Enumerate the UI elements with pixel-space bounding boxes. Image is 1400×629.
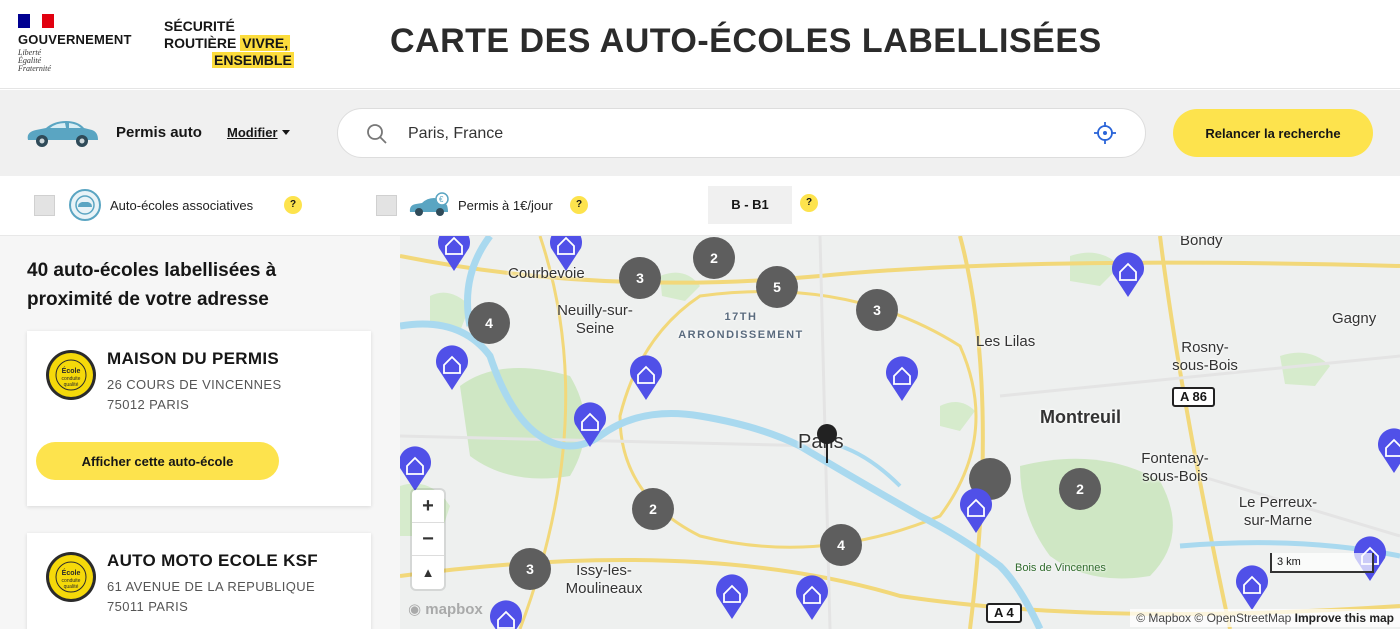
map-scale: 3 km <box>1270 553 1374 573</box>
car-euro-icon: € <box>409 192 449 216</box>
place-label: Rosny-sous-Bois <box>1172 339 1238 374</box>
school-pin-icon[interactable] <box>1110 250 1146 298</box>
place-label: Le Perreux-sur-Marne <box>1238 494 1318 529</box>
place-label: Neuilly-sur-Seine <box>557 302 633 337</box>
map-attribution: © Mapbox © OpenStreetMap Improve this ma… <box>1130 609 1400 627</box>
school-pin-icon[interactable] <box>548 236 584 272</box>
place-label: Les Lilas <box>976 333 1036 350</box>
french-flag-icon <box>18 14 54 28</box>
compass-button[interactable]: ▲ <box>412 556 444 589</box>
school-card[interactable]: École conduite qualité AUTO MOTO ECOLE K… <box>27 533 371 629</box>
svg-text:qualité: qualité <box>64 382 79 388</box>
school-card[interactable]: École conduite qualité MAISON DU PERMIS … <box>27 331 371 506</box>
school-pin-icon[interactable] <box>488 598 524 629</box>
associative-help-icon[interactable]: ? <box>284 196 302 214</box>
osm-attribution-link[interactable]: © OpenStreetMap <box>1194 611 1291 625</box>
chevron-down-icon <box>281 130 290 135</box>
gov-name: GOUVERNEMENT <box>18 32 132 47</box>
school-street: 26 COURS DE VINCENNES <box>107 377 282 392</box>
relaunch-search-button[interactable]: Relancer la recherche <box>1173 109 1373 157</box>
site-header: GOUVERNEMENT Liberté Égalité Fraternité … <box>0 0 1400 89</box>
zoom-controls: + − ▲ <box>412 490 444 589</box>
place-label: Fontenay-sous-Bois <box>1141 450 1209 485</box>
improve-map-link[interactable]: Improve this map <box>1295 611 1394 625</box>
address-search-box <box>337 108 1146 158</box>
school-pin-icon[interactable] <box>434 343 470 391</box>
permit-type-help-icon[interactable]: ? <box>800 194 818 212</box>
address-search-input[interactable] <box>408 121 1068 147</box>
cluster-marker[interactable]: 3 <box>856 289 898 331</box>
zoom-out-button[interactable]: − <box>412 523 444 556</box>
svg-text:École: École <box>62 568 81 577</box>
one-euro-help-icon[interactable]: ? <box>570 196 588 214</box>
place-label: 17TH ARRONDISSEMENT <box>678 311 804 341</box>
permit-type-badge: B - B1 <box>708 186 792 224</box>
permit-label: Permis auto <box>116 124 202 141</box>
school-pin-icon[interactable] <box>436 236 472 272</box>
securite-routiere-logo[interactable]: SÉCURITÉ ROUTIÈRE VIVRE, ENSEMBLE <box>164 18 294 69</box>
one-euro-checkbox[interactable] <box>376 195 397 216</box>
car-icon <box>27 121 99 147</box>
show-school-button[interactable]: Afficher cette auto-école <box>36 442 279 480</box>
search-bar: Permis auto Modifier Relancer la recherc… <box>0 90 1400 176</box>
government-logo[interactable]: GOUVERNEMENT Liberté Égalité Fraternité <box>18 14 132 73</box>
school-street: 61 AVENUE DE LA REPUBLIQUE <box>107 579 316 594</box>
school-pin-icon[interactable] <box>628 353 664 401</box>
svg-text:€: € <box>439 195 444 204</box>
school-city: 75012 PARIS <box>107 397 190 412</box>
cluster-marker[interactable]: 4 <box>820 524 862 566</box>
associative-icon <box>69 189 101 221</box>
svg-text:qualité: qualité <box>64 584 79 590</box>
search-icon <box>367 124 387 144</box>
school-name: MAISON DU PERMIS <box>107 349 279 368</box>
school-pin-icon[interactable] <box>794 573 830 621</box>
school-pin-icon[interactable] <box>1234 563 1270 611</box>
results-list: 40 auto-écoles labellisées à proximité d… <box>0 236 400 629</box>
associative-checkbox[interactable] <box>34 195 55 216</box>
road-badge: A 86 <box>1172 387 1215 407</box>
associative-filter-label: Auto-écoles associatives <box>110 198 254 213</box>
mapbox-attribution-link[interactable]: © Mapbox <box>1136 611 1191 625</box>
map-view[interactable]: Courbevoie Neuilly-sur-Seine 17TH ARROND… <box>400 236 1400 629</box>
quality-label-icon: École conduite qualité <box>46 552 96 602</box>
one-euro-filter-label: Permis à 1€/jour <box>458 198 553 213</box>
cluster-marker[interactable]: 2 <box>632 488 674 530</box>
school-name: AUTO MOTO ECOLE KSF <box>107 551 318 570</box>
place-label: Bois de Vincennes <box>1015 562 1106 574</box>
cluster-marker[interactable]: 3 <box>509 548 551 590</box>
cluster-marker[interactable]: 2 <box>1059 468 1101 510</box>
mapbox-logo-icon: ◉ <box>408 601 422 618</box>
cluster-marker[interactable]: 2 <box>693 237 735 279</box>
svg-text:École: École <box>62 366 81 375</box>
location-pin-icon <box>817 424 837 463</box>
place-label: Issy-les-Moulineaux <box>565 562 643 597</box>
gov-motto: Liberté Égalité Fraternité <box>18 48 51 73</box>
school-city: 75011 PARIS <box>107 599 189 614</box>
school-pin-icon[interactable] <box>714 572 750 620</box>
zoom-in-button[interactable]: + <box>412 490 444 523</box>
results-title: 40 auto-écoles labellisées à proximité d… <box>27 260 277 310</box>
cluster-marker[interactable]: 3 <box>619 257 661 299</box>
filters-bar: Auto-écoles associatives ? € Permis à 1€… <box>0 176 1400 236</box>
quality-label-icon: École conduite qualité <box>46 350 96 400</box>
road-badge: A 4 <box>986 603 1022 623</box>
place-label: Montreuil <box>1040 407 1121 427</box>
school-pin-icon[interactable] <box>958 486 994 534</box>
cluster-marker[interactable]: 4 <box>468 302 510 344</box>
cluster-marker[interactable]: 5 <box>756 266 798 308</box>
page-title: CARTE DES AUTO-ÉCOLES LABELLISÉES <box>390 22 1102 60</box>
school-pin-icon[interactable] <box>400 444 433 492</box>
school-pin-icon[interactable] <box>572 400 608 448</box>
school-pin-icon[interactable] <box>884 354 920 402</box>
mapbox-logo[interactable]: ◉ mapbox <box>408 600 483 618</box>
geolocate-icon[interactable] <box>1093 121 1117 145</box>
school-pin-icon[interactable] <box>1376 426 1400 474</box>
place-label: Gagny <box>1332 310 1377 327</box>
modify-permit-dropdown[interactable]: Modifier <box>227 125 290 140</box>
place-label: Bondy <box>1180 236 1223 249</box>
